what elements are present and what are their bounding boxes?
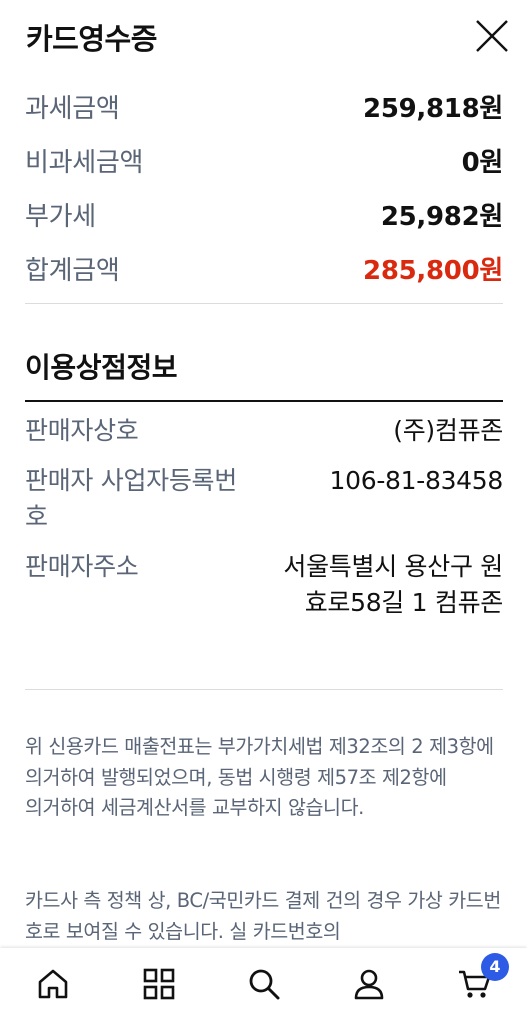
home-icon[interactable]: [35, 966, 71, 1002]
amount-label: 부가세: [25, 202, 96, 232]
header: 카드영수증: [0, 0, 527, 72]
page-title: 카드영수증: [26, 22, 157, 56]
amount-value: 259,818원: [363, 94, 503, 124]
notice-text: 위 신용카드 매출전표는 부가가치세법 제32조의 2 제3항에 의거하여 발행…: [25, 735, 494, 819]
total-amount-value: 285,800원: [363, 256, 503, 286]
amount-label: 과세금액: [25, 94, 120, 124]
divider: [25, 689, 503, 690]
cart-count-badge: 4: [481, 953, 509, 981]
amount-label: 비과세금액: [25, 148, 144, 178]
amount-row-vat: 부가세 25,982원: [25, 188, 503, 242]
divider: [25, 303, 503, 304]
amount-row-total: 합계금액 285,800원: [25, 242, 503, 296]
amount-value: 25,982원: [380, 202, 503, 232]
info-value: (주)컴퓨존: [393, 416, 503, 445]
bottom-nav: [0, 948, 527, 1024]
user-icon[interactable]: [351, 966, 387, 1002]
amount-list: 과세금액 259,818원 비과세금액 0원 부가세 25,982원 합계금액 …: [25, 80, 503, 296]
merchant-row-name: 판매자상호 (주)컴퓨존: [25, 413, 503, 449]
amount-value: 0원: [461, 148, 504, 178]
search-icon[interactable]: [246, 966, 282, 1002]
amount-row-taxable: 과세금액 259,818원: [25, 80, 503, 134]
info-value: 106-81-83458: [329, 466, 504, 495]
info-label: 판매자상호: [25, 416, 139, 445]
grid-icon[interactable]: [141, 966, 177, 1002]
close-icon[interactable]: [474, 18, 510, 54]
info-label: 판매자주소: [25, 552, 139, 581]
merchant-row-address: 판매자주소 서울특별시 용산구 원효로58길 1 컴퓨존: [25, 549, 503, 621]
notice-text-2: 카드사 측 정책 상, BC/국민카드 결제 건의 경우 가상 카드번호로 보여…: [25, 889, 501, 943]
section-rule: [25, 400, 503, 402]
merchant-row-bizno: 판매자 사업자등록번호 106-81-83458: [25, 463, 503, 535]
info-value: 서울특별시 용산구 원효로58길 1 컴퓨존: [283, 552, 503, 617]
merchant-info: 판매자상호 (주)컴퓨존 판매자 사업자등록번호 106-81-83458 판매…: [25, 413, 503, 635]
amount-row-nontaxable: 비과세금액 0원: [25, 134, 503, 188]
amount-label: 합계금액: [25, 256, 120, 286]
section-title: 이용상점정보: [25, 351, 178, 384]
info-label: 판매자 사업자등록번호: [25, 466, 237, 531]
